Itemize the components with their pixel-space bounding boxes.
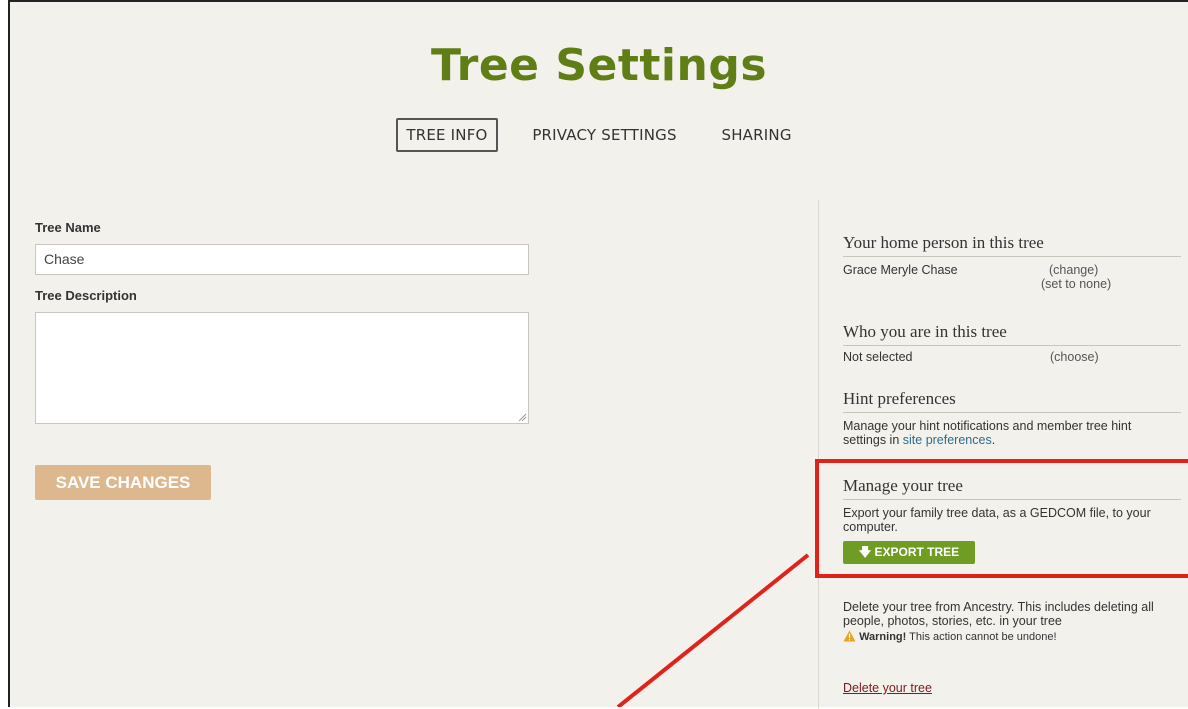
- hint-preferences-text: Manage your hint notifications and membe…: [843, 419, 1173, 447]
- highlight-box: [815, 459, 1188, 578]
- warning-text: This action cannot be undone!: [909, 631, 1057, 643]
- tab-sharing[interactable]: SHARING: [711, 118, 801, 152]
- set-home-person-none-link[interactable]: (set to none): [1041, 277, 1111, 291]
- tab-tree-info[interactable]: TREE INFO: [396, 118, 498, 152]
- warning-label: Warning!: [859, 631, 907, 643]
- tree-description-label: Tree Description: [35, 288, 137, 303]
- sidebar: Your home person in this tree Grace Mery…: [818, 200, 1188, 709]
- delete-tree-link[interactable]: Delete your tree: [843, 681, 932, 695]
- who-you-are-status: Not selected: [843, 350, 913, 364]
- hint-preferences-period: .: [991, 433, 996, 447]
- tree-name-input[interactable]: Chase: [35, 244, 529, 275]
- delete-warning: Warning! This action cannot be undone!: [843, 630, 1057, 643]
- warning-icon: [843, 630, 856, 642]
- page-frame: Tree Settings TREE INFO PRIVACY SETTINGS…: [8, 0, 1188, 709]
- delete-description: Delete your tree from Ancestry. This inc…: [843, 600, 1154, 628]
- resize-grip-icon[interactable]: [518, 413, 526, 421]
- tree-name-label: Tree Name: [35, 220, 101, 235]
- choose-self-link[interactable]: (choose): [1050, 350, 1099, 364]
- home-person-heading: Your home person in this tree: [843, 233, 1181, 257]
- hint-preferences-heading: Hint preferences: [843, 389, 1181, 413]
- change-home-person-link[interactable]: (change): [1049, 263, 1098, 277]
- save-changes-button[interactable]: SAVE CHANGES: [35, 465, 211, 500]
- who-you-are-heading: Who you are in this tree: [843, 322, 1181, 346]
- tab-privacy-settings[interactable]: PRIVACY SETTINGS: [522, 118, 686, 152]
- home-person-name: Grace Meryle Chase: [843, 263, 958, 277]
- site-preferences-link[interactable]: site preferences: [903, 433, 992, 447]
- page-title: Tree Settings: [430, 40, 768, 91]
- tree-description-textarea[interactable]: [35, 312, 529, 424]
- settings-tabs: TREE INFO PRIVACY SETTINGS SHARING: [10, 118, 1188, 152]
